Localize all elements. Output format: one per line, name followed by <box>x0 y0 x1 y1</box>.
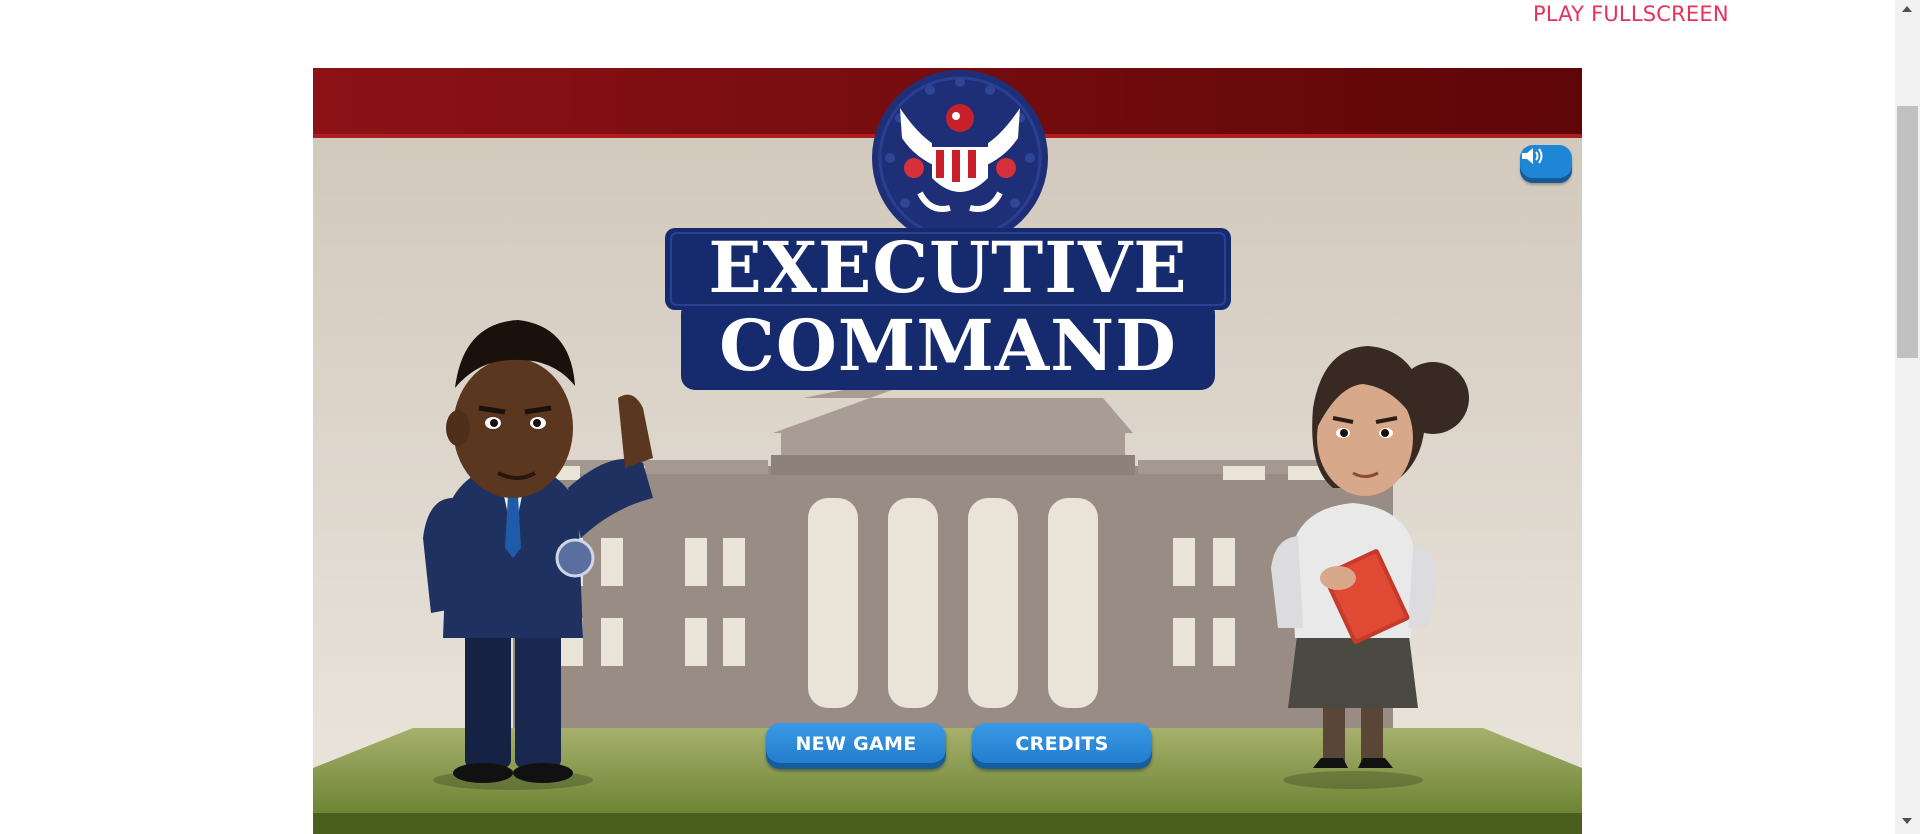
scrollbar-thumb[interactable] <box>1897 106 1918 358</box>
sound-toggle-button[interactable] <box>1520 145 1572 183</box>
title-line-executive: EXECUTIVE <box>708 226 1188 309</box>
speaker-volume-icon <box>1522 148 1543 164</box>
new-game-button[interactable]: NEW GAME <box>766 723 946 769</box>
vertical-scrollbar[interactable] <box>1895 0 1920 834</box>
play-fullscreen-link[interactable]: PLAY FULLSCREEN <box>1533 2 1729 26</box>
presidential-seal <box>872 70 1048 246</box>
scroll-up-arrow-icon[interactable] <box>1902 6 1912 12</box>
game-scene <box>313 68 1582 834</box>
game-title-logo: EXECUTIVE COMMAND <box>665 228 1231 393</box>
game-canvas[interactable]: EXECUTIVE COMMAND NEW GAME CREDITS <box>313 68 1582 834</box>
credits-button[interactable]: CREDITS <box>972 723 1152 769</box>
scroll-down-arrow-icon[interactable] <box>1902 818 1912 824</box>
title-line-command: COMMAND <box>719 304 1177 387</box>
